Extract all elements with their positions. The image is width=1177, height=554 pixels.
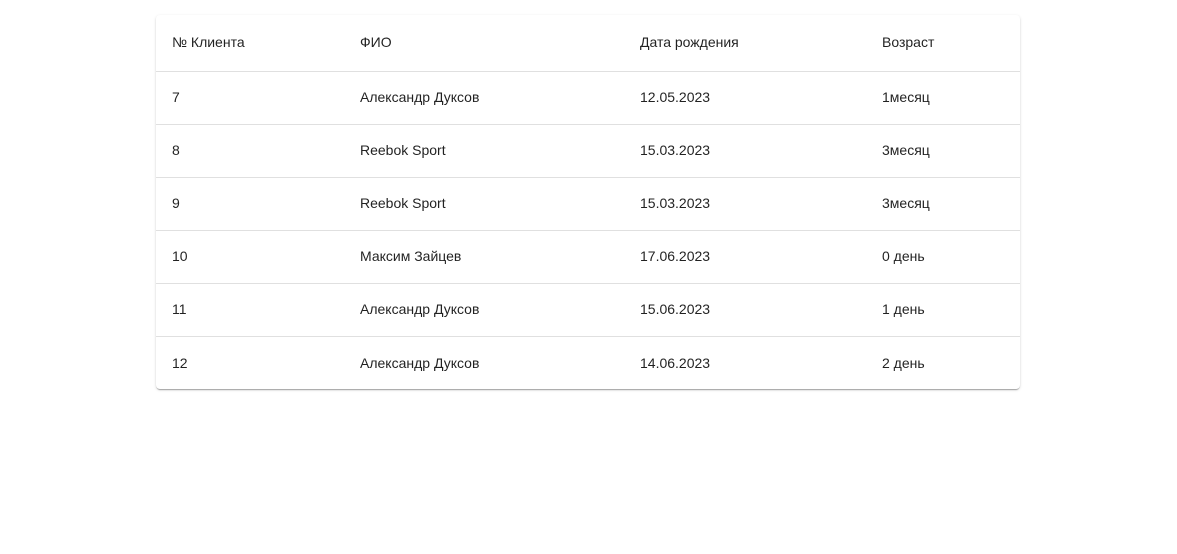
cell-full-name: Александр Дуксов [344,71,624,125]
cell-age: 3месяц [866,124,1020,178]
clients-table: № Клиента ФИО Дата рождения Возраст 7 Ал… [156,15,1020,389]
cell-full-name: Александр Дуксов [360,354,480,371]
column-header-client-number: № Клиента [156,15,344,72]
column-header-age: Возраст [866,15,1020,72]
cell-full-name: Reebok Sport [344,177,624,231]
cell-full-name: Максим Зайцев [344,230,624,284]
table-row: 12 Александр Дуксов 14.06.2023 2 день [156,336,1020,389]
table-row: 7 Александр Дуксов 12.05.2023 1месяц [156,71,1020,125]
cell-age: 0 день [866,230,1020,284]
clients-table-container: № Клиента ФИО Дата рождения Возраст 7 Ал… [156,15,1020,389]
cell-birth-date: 15.03.2023 [624,124,866,178]
cell-birth-date: 15.06.2023 [624,283,866,337]
cell-client-number: 9 [156,177,344,231]
table-body: 7 Александр Дуксов 12.05.2023 1месяц 8 R… [156,71,1020,389]
cell-age: 3месяц [866,177,1020,231]
cell-birth-date: 15.03.2023 [624,177,866,231]
cell-client-number: 10 [156,230,344,284]
cell-birth-date: 14.06.2023 [640,354,711,371]
cell-client-number: 11 [156,283,344,337]
table-row: 8 Reebok Sport 15.03.2023 3месяц [156,124,1020,178]
cell-full-name: Александр Дуксов [344,283,624,337]
table-row: 10 Максим Зайцев 17.06.2023 0 день [156,230,1020,284]
cell-client-number: 12 [172,354,188,371]
column-header-full-name: ФИО [344,15,624,72]
cell-birth-date: 17.06.2023 [624,230,866,284]
table-header: № Клиента ФИО Дата рождения Возраст [156,15,1020,72]
cell-client-number: 8 [156,124,344,178]
column-header-birth-date: Дата рождения [624,15,866,72]
cell-client-number: 7 [156,71,344,125]
table-header-row: № Клиента ФИО Дата рождения Возраст [156,15,1020,72]
cell-full-name: Reebok Sport [344,124,624,178]
cell-age: 1месяц [866,71,1020,125]
cell-birth-date: 12.05.2023 [624,71,866,125]
table-row: 9 Reebok Sport 15.03.2023 3месяц [156,177,1020,231]
cell-age: 2 день [882,354,925,371]
cell-age: 1 день [866,283,1020,337]
table-row: 11 Александр Дуксов 15.06.2023 1 день [156,283,1020,337]
